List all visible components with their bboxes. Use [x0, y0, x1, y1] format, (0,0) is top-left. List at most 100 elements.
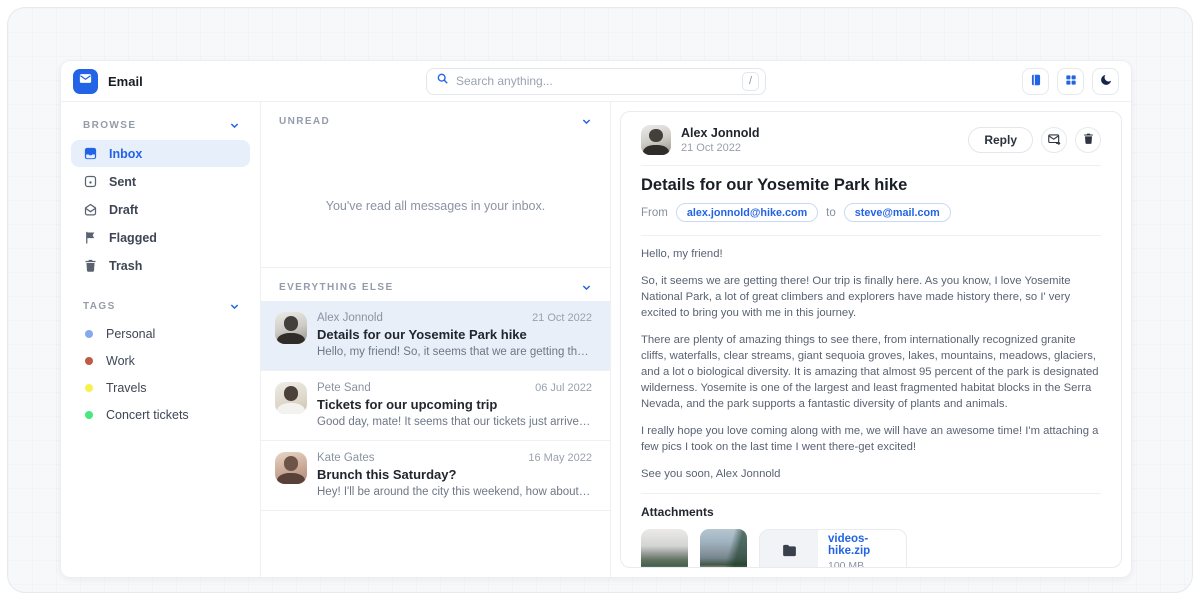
- body-paragraph: So, it seems we are getting there! Our t…: [641, 273, 1101, 321]
- everything-else-section: EVERYTHING ELSE Alex Jonnold 21 Oct 2022…: [261, 267, 610, 511]
- mail-sender: Kate Gates: [317, 452, 375, 464]
- detail-subject: Details for our Yosemite Park hike: [641, 176, 1101, 195]
- tags-section: TAGS Personal Work Travels: [71, 293, 250, 428]
- divider: [641, 235, 1101, 236]
- sidebar-item-label: Flagged: [109, 231, 157, 245]
- from-label: From: [641, 207, 668, 219]
- avatar: [275, 382, 307, 414]
- book-icon: [1029, 73, 1043, 90]
- browse-section-label: BROWSE: [83, 120, 136, 131]
- avatar: [275, 312, 307, 344]
- search-input[interactable]: [456, 74, 735, 88]
- mail-open-icon: [83, 202, 98, 217]
- detail-date: 21 Oct 2022: [681, 142, 759, 154]
- tag-item-travels[interactable]: Travels: [71, 375, 250, 401]
- sidebar-item-sent[interactable]: Sent: [71, 168, 250, 195]
- grid-icon: [1064, 73, 1078, 90]
- mail-date: 16 May 2022: [528, 452, 592, 464]
- sent-icon: [83, 174, 98, 189]
- to-email-chip[interactable]: steve@mail.com: [844, 203, 951, 222]
- avatar: [275, 452, 307, 484]
- sidebar-item-label: Sent: [109, 175, 136, 189]
- email-app-window: Email /: [60, 60, 1132, 578]
- sidebar-item-inbox[interactable]: Inbox: [71, 140, 250, 167]
- trash-icon: [83, 258, 98, 273]
- reading-list-button[interactable]: [1022, 68, 1049, 95]
- tag-item-work[interactable]: Work: [71, 348, 250, 374]
- tag-item-personal[interactable]: Personal: [71, 321, 250, 347]
- search-icon: [436, 72, 449, 90]
- mail-subject: Brunch this Saturday?: [317, 467, 592, 482]
- attachments-label: Attachments: [641, 505, 1101, 519]
- tag-label: Concert tickets: [106, 408, 189, 422]
- mail-list-item-3[interactable]: Kate Gates 16 May 2022 Brunch this Satur…: [261, 441, 610, 511]
- tag-color-dot: [85, 357, 93, 365]
- attachment-photo-1[interactable]: [641, 529, 688, 568]
- brand: Email: [73, 69, 426, 94]
- reading-pane: Alex Jonnold 21 Oct 2022 Reply: [611, 102, 1131, 577]
- file-size: 100 MB: [828, 560, 906, 568]
- mail-list-item-2[interactable]: Pete Sand 06 Jul 2022 Tickets for our up…: [261, 371, 610, 441]
- tag-label: Personal: [106, 327, 155, 341]
- to-label: to: [826, 207, 836, 219]
- mail-sender: Alex Jonnold: [317, 312, 383, 324]
- everything-else-header[interactable]: EVERYTHING ELSE: [261, 268, 610, 301]
- attachment-photo-2[interactable]: [700, 529, 747, 568]
- mail-date: 21 Oct 2022: [532, 312, 592, 324]
- mail-list-item-1[interactable]: Alex Jonnold 21 Oct 2022 Details for our…: [261, 301, 610, 371]
- mail-sender: Pete Sand: [317, 382, 371, 394]
- mail-list-column: UNREAD You've read all messages in your …: [261, 102, 611, 577]
- sidebar-item-draft[interactable]: Draft: [71, 196, 250, 223]
- everything-else-label: EVERYTHING ELSE: [279, 282, 394, 293]
- app-title: Email: [108, 74, 143, 89]
- folder-icon: [781, 542, 798, 564]
- detail-actions: Reply: [968, 127, 1101, 153]
- tag-label: Work: [106, 354, 135, 368]
- email-detail-header: Alex Jonnold 21 Oct 2022 Reply: [641, 125, 1101, 155]
- moon-icon: [1099, 73, 1113, 90]
- sidebar-item-label: Inbox: [109, 147, 142, 161]
- top-bar: Email /: [61, 61, 1131, 102]
- attachment-file-card[interactable]: videos-hike.zip 100 MB: [759, 529, 907, 568]
- mail-preview: Hello, my friend! So, it seems that we a…: [317, 346, 592, 358]
- file-name-link[interactable]: videos-hike.zip: [828, 533, 906, 557]
- delete-button[interactable]: [1075, 127, 1101, 153]
- chevron-down-icon: [229, 301, 240, 312]
- divider: [641, 493, 1101, 494]
- reply-button[interactable]: Reply: [968, 127, 1033, 153]
- email-detail-card: Alex Jonnold 21 Oct 2022 Reply: [620, 111, 1122, 568]
- apps-grid-button[interactable]: [1057, 68, 1084, 95]
- from-email-chip[interactable]: alex.jonnold@hike.com: [676, 203, 818, 222]
- forward-button[interactable]: [1041, 127, 1067, 153]
- browse-section-header[interactable]: BROWSE: [71, 112, 250, 139]
- tags-section-header[interactable]: TAGS: [71, 293, 250, 320]
- tags-section-label: TAGS: [83, 301, 116, 312]
- body-paragraph: I really hope you love coming along with…: [641, 423, 1101, 455]
- mail-subject: Tickets for our upcoming trip: [317, 397, 592, 412]
- detail-sender-name: Alex Jonnold: [681, 126, 759, 140]
- flag-icon: [83, 230, 98, 245]
- chevron-down-icon: [581, 116, 592, 127]
- tag-color-dot: [85, 330, 93, 338]
- dark-mode-toggle[interactable]: [1092, 68, 1119, 95]
- tag-item-concert-tickets[interactable]: Concert tickets: [71, 402, 250, 428]
- sender-block: Alex Jonnold 21 Oct 2022: [681, 126, 759, 154]
- tag-label: Travels: [106, 381, 147, 395]
- mail-meta: Alex Jonnold 21 Oct 2022 Details for our…: [317, 312, 592, 358]
- from-to-row: From alex.jonnold@hike.com to steve@mail…: [641, 203, 1101, 222]
- sidebar-item-flagged[interactable]: Flagged: [71, 224, 250, 251]
- mail-meta: Kate Gates 16 May 2022 Brunch this Satur…: [317, 452, 592, 498]
- envelope-icon: [78, 71, 93, 91]
- divider: [641, 165, 1101, 166]
- unread-section-header[interactable]: UNREAD: [261, 102, 610, 135]
- chevron-down-icon: [229, 120, 240, 131]
- app-logo: [73, 69, 98, 94]
- main-area: BROWSE Inbox Sent: [61, 102, 1131, 577]
- tag-color-dot: [85, 384, 93, 392]
- mail-subject: Details for our Yosemite Park hike: [317, 327, 592, 342]
- avatar: [641, 125, 671, 155]
- search-bar[interactable]: /: [426, 68, 766, 95]
- sidebar-item-trash[interactable]: Trash: [71, 252, 250, 279]
- file-icon-area: [760, 530, 818, 568]
- sidebar-item-label: Draft: [109, 203, 138, 217]
